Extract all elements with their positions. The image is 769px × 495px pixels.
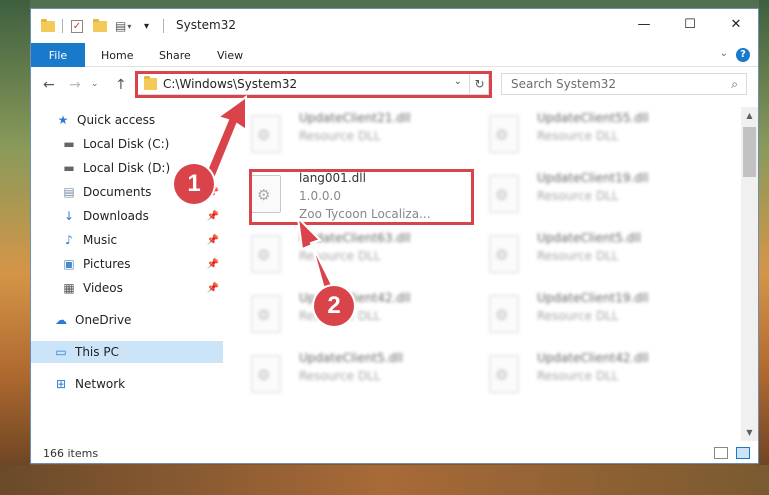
callout-step-1: 1 (174, 164, 214, 204)
arrow-to-file (296, 215, 338, 298)
callout-step-2: 2 (314, 286, 354, 326)
annotation-arrows (201, 95, 338, 298)
arrow-to-address-bar (201, 95, 247, 185)
